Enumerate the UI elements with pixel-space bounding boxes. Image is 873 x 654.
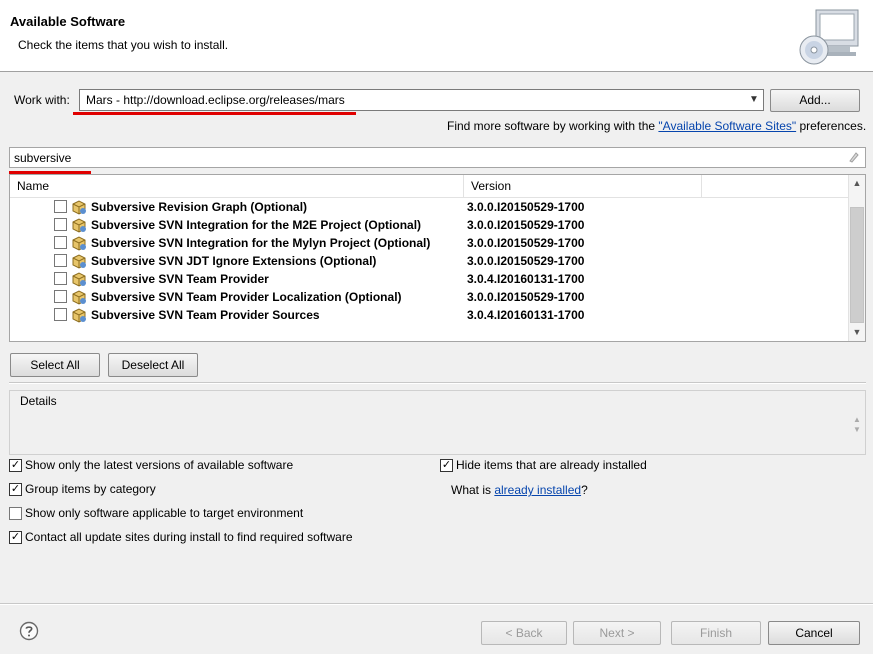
- scrollbar-thumb[interactable]: [850, 207, 864, 323]
- vertical-scrollbar[interactable]: ▲ ▼: [848, 175, 865, 341]
- row-version: 3.0.0.I20150529-1700: [467, 236, 585, 250]
- feature-package-icon: [72, 218, 86, 233]
- finish-button[interactable]: Finish: [671, 621, 761, 645]
- row-name: Subversive SVN Integration for the M2E P…: [91, 218, 422, 232]
- column-header-name[interactable]: Name: [10, 175, 464, 197]
- row-checkbox[interactable]: [54, 218, 67, 231]
- work-with-label: Work with:: [14, 93, 70, 107]
- column-header-empty: [702, 175, 848, 197]
- row-name: Subversive SVN Team Provider Sources: [91, 308, 320, 322]
- table-row[interactable]: Subversive SVN Team Provider Sources 3.0…: [10, 306, 848, 324]
- row-version: 3.0.0.I20150529-1700: [467, 200, 585, 214]
- find-more-prefix: Find more software by working with the: [447, 119, 659, 133]
- deselect-all-button[interactable]: Deselect All: [108, 353, 198, 377]
- filter-value: subversive: [14, 151, 72, 165]
- next-button[interactable]: Next >: [573, 621, 661, 645]
- contact-sites-checkbox[interactable]: ✓: [9, 531, 22, 544]
- dialog-title: Available Software: [10, 14, 126, 29]
- what-is-installed-text: What is already installed?: [451, 483, 588, 497]
- column-header-version[interactable]: Version: [464, 175, 702, 197]
- cd-computer-icon: [799, 9, 859, 65]
- row-checkbox[interactable]: [54, 290, 67, 303]
- separator: [9, 382, 866, 384]
- feature-package-icon: [72, 236, 86, 251]
- dialog-header: Available Software Check the items that …: [0, 0, 873, 72]
- feature-package-icon: [72, 200, 86, 215]
- row-checkbox[interactable]: [54, 200, 67, 213]
- row-version: 3.0.4.I20160131-1700: [467, 272, 585, 286]
- table-header: Name Version: [10, 175, 848, 198]
- group-by-category-checkbox[interactable]: ✓: [9, 483, 22, 496]
- feature-package-icon: [72, 272, 86, 287]
- find-more-suffix: preferences.: [796, 119, 867, 133]
- scroll-up-icon[interactable]: ▲: [849, 175, 865, 192]
- row-name: Subversive SVN Team Provider Localizatio…: [91, 290, 402, 304]
- dialog-subtitle: Check the items that you wish to install…: [18, 38, 229, 52]
- latest-versions-checkbox[interactable]: ✓: [9, 459, 22, 472]
- work-with-combo[interactable]: Mars - http://download.eclipse.org/relea…: [79, 89, 764, 111]
- row-name: Subversive SVN Integration for the Mylyn…: [91, 236, 431, 250]
- help-icon[interactable]: [19, 621, 39, 641]
- row-version: 3.0.4.I20160131-1700: [467, 308, 585, 322]
- details-scroll-icon[interactable]: ▲ ▼: [850, 415, 864, 437]
- work-with-value: Mars - http://download.eclipse.org/relea…: [86, 93, 345, 107]
- feature-package-icon: [72, 254, 86, 269]
- table-row[interactable]: Subversive SVN Integration for the M2E P…: [10, 216, 848, 234]
- filter-input[interactable]: subversive: [9, 147, 866, 168]
- applicable-only-label: Show only software applicable to target …: [25, 506, 304, 520]
- row-checkbox[interactable]: [54, 236, 67, 249]
- feature-package-icon: [72, 290, 86, 305]
- software-table: Name Version Subversive Revision Graph (…: [9, 174, 866, 342]
- cancel-button[interactable]: Cancel: [768, 621, 860, 645]
- table-row[interactable]: Subversive Revision Graph (Optional) 3.0…: [10, 198, 848, 216]
- group-by-category-label: Group items by category: [25, 482, 156, 496]
- details-label: Details: [18, 394, 59, 408]
- already-installed-link[interactable]: already installed: [494, 483, 581, 497]
- details-group: Details ▲ ▼: [9, 390, 866, 455]
- row-name: Subversive SVN JDT Ignore Extensions (Op…: [91, 254, 377, 268]
- row-checkbox[interactable]: [54, 272, 67, 285]
- hide-installed-label: Hide items that are already installed: [456, 458, 647, 472]
- hide-installed-checkbox[interactable]: ✓: [440, 459, 453, 472]
- row-name: Subversive Revision Graph (Optional): [91, 200, 308, 214]
- feature-package-icon: [72, 308, 86, 323]
- row-name: Subversive SVN Team Provider: [91, 272, 269, 286]
- available-software-sites-link[interactable]: "Available Software Sites": [658, 119, 796, 133]
- contact-sites-label: Contact all update sites during install …: [25, 530, 353, 544]
- row-version: 3.0.0.I20150529-1700: [467, 218, 585, 232]
- row-version: 3.0.0.I20150529-1700: [467, 290, 585, 304]
- select-all-button[interactable]: Select All: [10, 353, 100, 377]
- table-row[interactable]: Subversive SVN Team Provider 3.0.4.I2016…: [10, 270, 848, 288]
- what-is-suffix: ?: [581, 483, 588, 497]
- applicable-only-checkbox[interactable]: [9, 507, 22, 520]
- find-more-text: Find more software by working with the "…: [447, 119, 866, 133]
- highlight-underline: [73, 112, 356, 115]
- latest-versions-label: Show only the latest versions of availab…: [25, 458, 294, 472]
- clear-filter-icon[interactable]: [848, 151, 860, 163]
- table-row[interactable]: Subversive SVN Integration for the Mylyn…: [10, 234, 848, 252]
- what-is-prefix: What is: [451, 483, 495, 497]
- table-row[interactable]: Subversive SVN Team Provider Localizatio…: [10, 288, 848, 306]
- add-button[interactable]: Add...: [770, 89, 860, 112]
- row-version: 3.0.0.I20150529-1700: [467, 254, 585, 268]
- table-row[interactable]: Subversive SVN JDT Ignore Extensions (Op…: [10, 252, 848, 270]
- chevron-down-icon[interactable]: ▼: [745, 90, 763, 110]
- scroll-down-icon[interactable]: ▼: [849, 324, 865, 341]
- back-button[interactable]: < Back: [481, 621, 567, 645]
- separator: [0, 603, 873, 605]
- row-checkbox[interactable]: [54, 308, 67, 321]
- row-checkbox[interactable]: [54, 254, 67, 267]
